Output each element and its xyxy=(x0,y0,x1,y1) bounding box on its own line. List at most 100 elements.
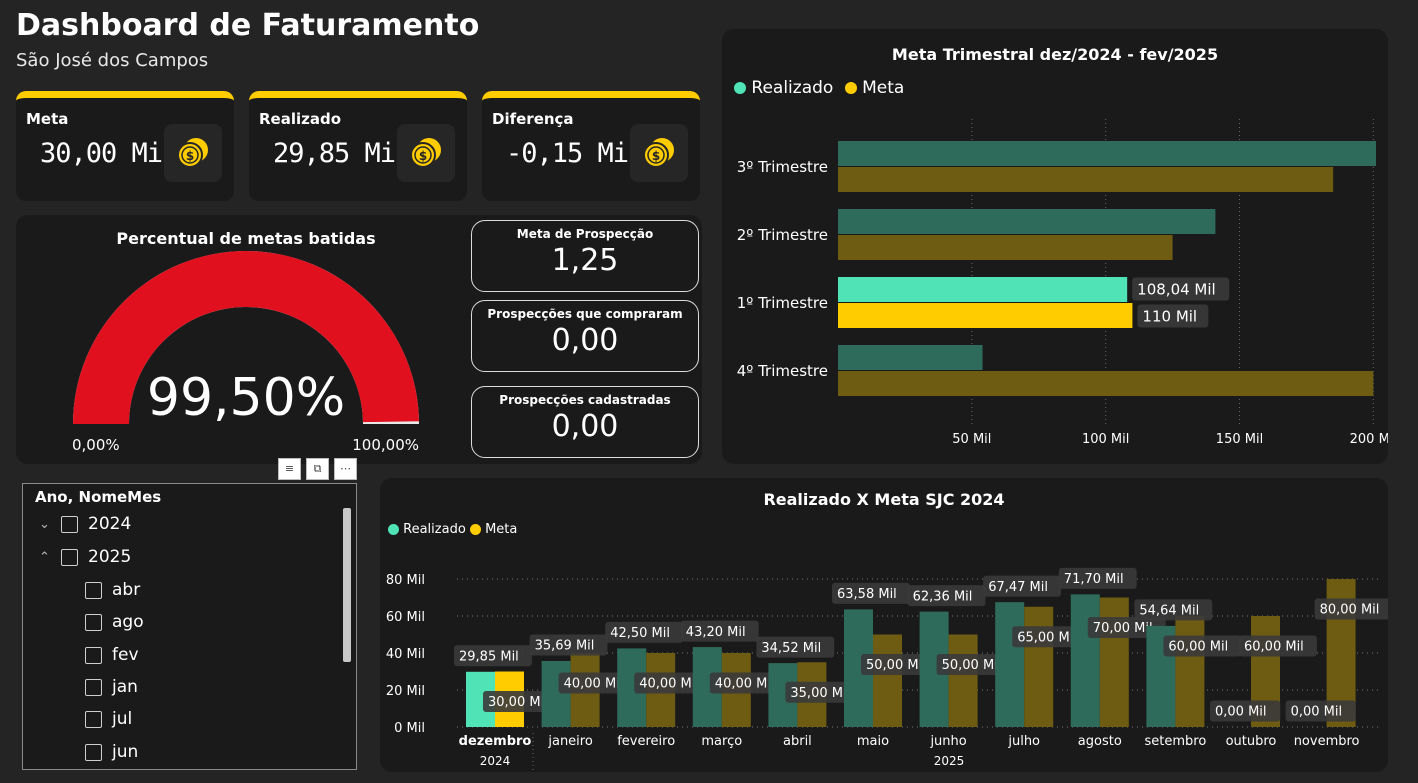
data-label-meta: 80,00 Mil xyxy=(1320,603,1380,618)
page-title: Dashboard de Faturamento xyxy=(16,8,480,43)
x-tick-label: fevereiro xyxy=(617,734,675,749)
x-tick-label: setembro xyxy=(1145,734,1207,749)
kpi-card-meta: Meta 30,00 Mil $ xyxy=(16,91,234,201)
slicer-item-label: jun xyxy=(112,742,139,762)
filter-icon[interactable]: ≡ xyxy=(278,458,301,480)
data-label-meta: 35,00 Mil xyxy=(790,686,850,701)
slicer-item-label: fev xyxy=(112,645,139,665)
slicer-item-2024[interactable]: ⌄ 2024 xyxy=(39,514,131,534)
y-tick-label: 20 Mil xyxy=(386,684,425,699)
data-label-realizado: 0,00 Mil xyxy=(1215,705,1267,720)
slicer-item-label: jul xyxy=(112,709,133,729)
kpi-value: 30,00 Mil xyxy=(40,138,178,169)
card-value: 1,25 xyxy=(551,243,619,278)
kpi-card-realizado: Realizado 29,85 Mil $ xyxy=(249,91,467,201)
kpi-label: Realizado xyxy=(259,110,342,128)
bar-meta xyxy=(948,634,978,727)
bar-meta xyxy=(1175,616,1205,727)
bar-realizado xyxy=(838,277,1128,302)
year-label: 2025 xyxy=(934,754,965,768)
checkbox[interactable] xyxy=(61,548,78,566)
checkbox[interactable] xyxy=(85,581,102,599)
x-tick-label: 200 Mil xyxy=(1350,432,1388,447)
card-prospeccoes-compraram: Prospecções que compraram 0,00 xyxy=(471,300,699,372)
x-tick-label: outubro xyxy=(1226,734,1277,749)
slicer-scrollbar[interactable] xyxy=(343,508,351,662)
category-label: 3º Trimestre xyxy=(737,158,828,176)
gauge-min-label: 0,00% xyxy=(72,436,120,454)
svg-text:$: $ xyxy=(419,149,427,163)
slicer-item-fev[interactable]: fev xyxy=(85,645,139,665)
card-prospeccoes-cadastradas: Prospecções cadastradas 0,00 xyxy=(471,386,699,458)
y-tick-label: 80 Mil xyxy=(386,573,425,588)
data-label-realizado: 0,00 Mil xyxy=(1291,705,1343,720)
x-tick-label: novembro xyxy=(1294,734,1360,749)
data-label-meta: 40,00 Mil xyxy=(715,677,775,692)
gauge-chart: 99,50% 0,00% 100,00% xyxy=(72,250,419,454)
slicer-item-2025[interactable]: ⌃ 2025 xyxy=(39,547,131,567)
chevron-down-icon[interactable]: ⌄ xyxy=(39,517,61,532)
slicer-item-jul[interactable]: jul xyxy=(85,709,132,729)
data-label-realizado: 62,36 Mil xyxy=(913,589,973,604)
data-label-meta: 30,00 Mil xyxy=(488,695,548,710)
checkbox[interactable] xyxy=(85,743,102,761)
slicer-item-abr[interactable]: abr xyxy=(85,580,140,600)
bar-meta xyxy=(838,235,1173,260)
bar-realizado xyxy=(995,602,1025,727)
x-tick-label: maio xyxy=(857,734,889,749)
checkbox[interactable] xyxy=(85,710,102,728)
chevron-up-icon[interactable]: ⌃ xyxy=(39,550,61,565)
slicer-item-jun[interactable]: jun xyxy=(85,742,138,762)
monthly-bar-chart: 0 Mil 20 Mil 40 Mil 60 Mil 80 Mil dezembro 29,… xyxy=(386,567,1388,772)
data-label-realizado: 67,47 Mil xyxy=(988,580,1048,595)
slicer-item-label: abr xyxy=(112,580,141,600)
x-tick-label: agosto xyxy=(1078,734,1122,749)
more-options-icon[interactable]: ⋯ xyxy=(334,458,357,480)
year-month-slicer[interactable]: Ano, NomeMes ⌄ 2024 ⌃ 2025 abr ago fev j… xyxy=(22,483,357,770)
bar-realizado xyxy=(838,141,1376,166)
x-tick-label: 50 Mil xyxy=(952,432,991,447)
x-tick-label: março xyxy=(701,734,742,749)
y-tick-label: 60 Mil xyxy=(386,610,425,625)
bar-realizado xyxy=(1070,594,1100,727)
year-label: 2024 xyxy=(480,754,511,768)
bar-realizado xyxy=(838,345,983,370)
card-label: Meta de Prospecção xyxy=(516,227,654,241)
data-label: 108,04 Mil xyxy=(1137,280,1216,298)
kpi-value: 29,85 Mil xyxy=(273,138,411,169)
bar-meta xyxy=(873,634,902,727)
checkbox[interactable] xyxy=(85,646,102,664)
checkbox[interactable] xyxy=(85,678,102,696)
card-value: 0,00 xyxy=(551,409,619,444)
gauge-max-label: 100,00% xyxy=(352,436,419,454)
data-label-meta: 40,00 Mil xyxy=(564,677,624,692)
kpi-label: Meta xyxy=(26,110,69,128)
data-label-realizado: 71,70 Mil xyxy=(1064,572,1124,587)
slicer-item-jan[interactable]: jan xyxy=(85,677,138,697)
data-label-meta: 70,00 Mil xyxy=(1093,621,1153,636)
bar-meta xyxy=(1024,606,1054,727)
checkbox[interactable] xyxy=(61,515,78,533)
x-tick-label: 100 Mil xyxy=(1082,432,1129,447)
x-tick-label: 150 Mil xyxy=(1216,432,1263,447)
data-label-realizado: 42,50 Mil xyxy=(610,626,670,641)
slicer-item-label: 2025 xyxy=(88,547,132,567)
data-label: 110 Mil xyxy=(1142,307,1197,325)
slicer-item-ago[interactable]: ago xyxy=(85,612,144,632)
card-label: Prospecções que compraram xyxy=(487,307,683,321)
coin-icon: $ xyxy=(630,124,688,182)
category-label: 2º Trimestre xyxy=(737,226,828,244)
page-subtitle: São José dos Campos xyxy=(16,50,209,71)
data-label-meta: 65,00 Mil xyxy=(1017,630,1077,645)
focus-mode-icon[interactable]: ⧉ xyxy=(306,458,329,480)
y-tick-label: 0 Mil xyxy=(394,721,425,736)
card-value: 0,00 xyxy=(551,323,619,358)
svg-text:$: $ xyxy=(186,149,194,163)
x-tick-label: dezembro xyxy=(459,734,532,749)
bar-realizado xyxy=(838,209,1216,234)
bar-meta xyxy=(838,167,1334,192)
y-tick-label: 40 Mil xyxy=(386,647,425,662)
x-tick-label: abril xyxy=(783,734,812,749)
checkbox[interactable] xyxy=(85,613,102,631)
slicer-item-label: ago xyxy=(112,612,144,632)
